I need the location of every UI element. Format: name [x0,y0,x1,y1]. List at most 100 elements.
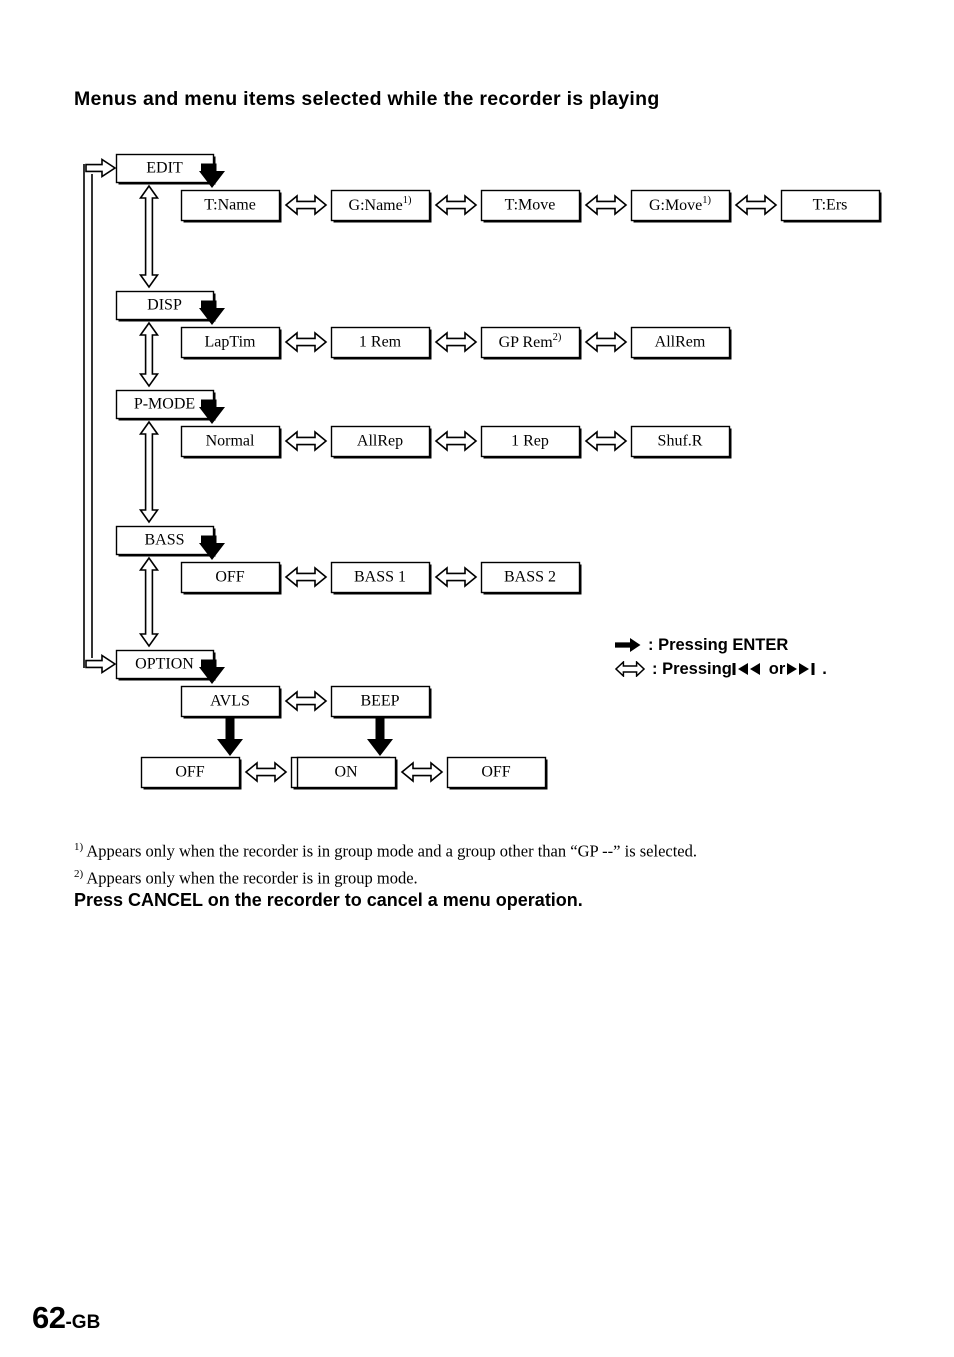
option-link-beep [400,761,444,783]
legend-row-skip: : Pressing or . [615,657,827,681]
box-label: G:Name1) [349,195,412,213]
box-label: T:Move [505,197,556,214]
item-box-laptim[interactable]: LapTim [180,326,282,360]
legend-skip-text-after: . [822,660,827,678]
footnote-1-text: Appears only when the recorder is in gro… [86,841,698,861]
item-box-allrem[interactable]: AllRem [630,326,732,360]
legend-enter-text: : Pressing ENTER [648,636,789,654]
enter-arrow-avls [217,716,243,756]
menu-box-disp[interactable]: DISP [115,290,216,322]
footnotes: 1) Appears only when the recorder is in … [74,836,894,890]
box-label: G:Move1) [649,195,712,213]
item-box-shuf-r[interactable]: Shuf.R [630,425,732,459]
menu-loop-connector [83,164,93,668]
box-label: Shuf.R [658,433,703,450]
hollow-double-arrow-icon [615,661,645,677]
box-label: 1 Rep [511,433,549,450]
item-box-1-rep[interactable]: 1 Rep [480,425,582,459]
item-link-1-bass [284,566,328,588]
legend-skip-text-before: : Pressing [652,660,732,678]
item-box-off[interactable]: OFF [180,561,282,595]
page-number-suffix: -GB [65,1312,101,1333]
item-link-4-edit [734,194,778,216]
item-box-beep[interactable]: BEEP [330,685,432,719]
item-box-bass-2[interactable]: BASS 2 [480,561,582,595]
menu-link-disp-to-p-mode [138,321,160,388]
box-label: EDIT [146,160,183,177]
item-link-1-edit [284,194,328,216]
menu-tree-diagram: EDIT T:Name G:Name1) T:Move G:Move1) T:Ers DIS… [83,153,882,790]
box-label: OFF [481,764,510,781]
item-box-t-ers[interactable]: T:Ers [780,189,882,223]
cancel-note: Press CANCEL on the recorder to cancel a… [74,890,583,910]
item-link-2-edit [434,194,478,216]
item-link-2-disp [434,331,478,353]
item-box-normal[interactable]: Normal [180,425,282,459]
item-box-g-name[interactable]: G:Name1) [330,189,432,223]
solid-right-arrow-icon [615,637,641,653]
item-box-avls[interactable]: AVLS [180,685,282,719]
legend: : Pressing ENTER : Pressing or . [615,633,827,681]
item-link-3-p-mode [584,430,628,452]
page-number-value: 62 [32,1300,66,1335]
page-number: 62-GB [32,1300,100,1336]
box-label: 1 Rem [359,334,402,351]
item-box-gp-rem[interactable]: GP Rem2) [480,326,582,360]
loop-arrowhead-to-option [85,654,117,674]
item-box-g-move[interactable]: G:Move1) [630,189,732,223]
footnote-1-marker: 1) [74,841,84,853]
box-label: BASS 2 [504,569,556,586]
item-link-3-edit [584,194,628,216]
enter-arrow-beep [367,716,393,756]
box-label: OFF [215,569,244,586]
loop-arrowhead-to-edit [85,158,117,178]
item-link-3-disp [584,331,628,353]
box-label: AVLS [210,693,250,710]
menu-link-p-mode-to-bass [138,420,160,524]
menu-link-bass-to-option [138,556,160,648]
menu-box-bass[interactable]: BASS [115,525,216,557]
menu-box-p-mode[interactable]: P-MODE [115,389,216,421]
box-label: GP Rem2) [499,332,562,350]
legend-skip-text-middle: or [768,660,786,678]
footnote-2: 2) Appears only when the recorder is in … [74,863,894,890]
footnote-1: 1) Appears only when the recorder is in … [74,836,894,863]
box-label: T:Ers [813,197,848,214]
box-label: Normal [206,433,255,450]
item-link-2-p-mode [434,430,478,452]
box-label: DISP [147,297,182,314]
option-box-beep-off[interactable]: OFF [446,756,548,790]
item-link-1-disp [284,331,328,353]
option-box-avls-off[interactable]: OFF [140,756,242,790]
box-label: BASS [144,532,184,549]
legend-row-enter: : Pressing ENTER [615,633,827,657]
box-label: BEEP [360,693,399,710]
item-box-t-move[interactable]: T:Move [480,189,582,223]
footnote-2-text: Appears only when the recorder is in gro… [86,868,418,888]
manual-page: Menus and menu items selected while the … [0,0,954,1357]
footnote-2-marker: 2) [74,868,84,880]
skip-back-icon [732,662,762,676]
item-link-1-p-mode [284,430,328,452]
option-box-beep-on[interactable]: ON [296,756,398,790]
item-link-2-bass [434,566,478,588]
box-label: OFF [175,764,204,781]
item-link-1-option [284,690,328,712]
item-box-bass-1[interactable]: BASS 1 [330,561,432,595]
menu-box-option[interactable]: OPTION [115,649,216,681]
box-label: LapTim [205,334,257,351]
item-box-t-name[interactable]: T:Name [180,189,282,223]
item-box-allrep[interactable]: AllRep [330,425,432,459]
skip-forward-icon [785,662,815,676]
menu-link-edit-to-disp [138,184,160,289]
box-label: P-MODE [134,396,195,413]
box-label: AllRem [655,334,706,351]
box-label: BASS 1 [354,569,406,586]
box-label: OPTION [135,656,194,673]
menu-box-edit[interactable]: EDIT [115,153,216,185]
box-label: AllRep [357,433,403,450]
box-label: T:Name [204,197,256,214]
item-box-1-rem[interactable]: 1 Rem [330,326,432,360]
option-link-avls [244,761,288,783]
box-label: ON [334,764,358,781]
